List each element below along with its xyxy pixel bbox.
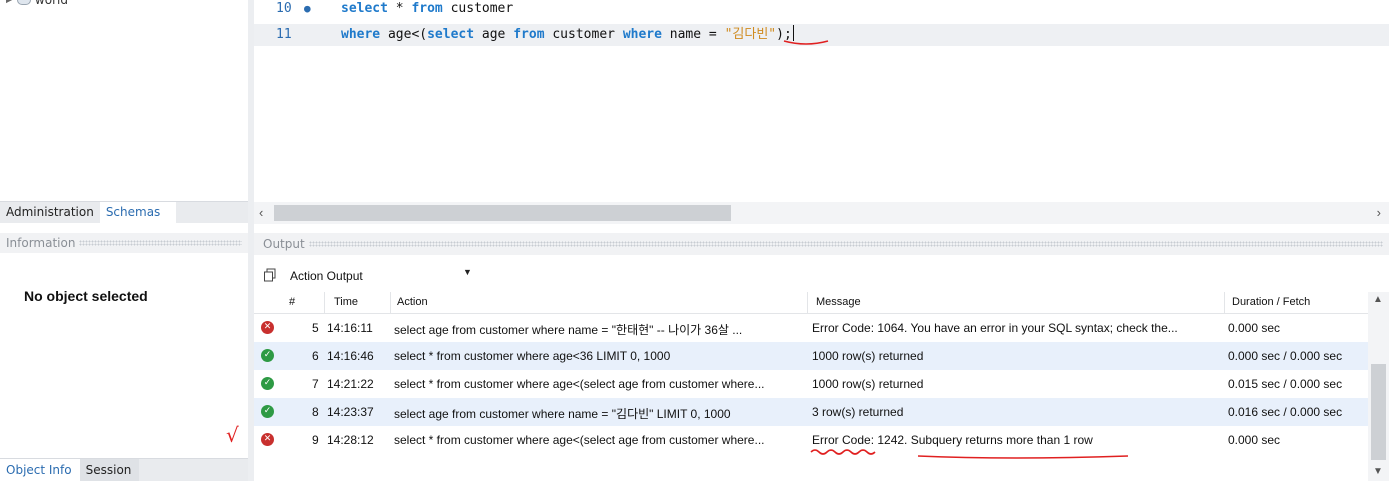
editor-horizontal-scrollbar[interactable]: ‹ ›	[254, 202, 1389, 224]
cell-num: 5	[312, 321, 319, 335]
statement-marker-icon: ●	[304, 2, 311, 15]
column-header-message[interactable]: Message	[816, 296, 861, 308]
tree-item-label: world	[34, 0, 68, 7]
code-line-10[interactable]: 10 ● select * from customer	[254, 0, 1389, 20]
error-icon: ✕	[261, 321, 274, 334]
information-panel: No object selected √	[0, 253, 248, 458]
output-type-select[interactable]: Action Output ▼	[290, 266, 472, 286]
scroll-right-icon[interactable]: ›	[1377, 205, 1381, 220]
tab-object-info[interactable]: Object Info	[0, 459, 80, 481]
cell-action: select * from customer where age<(select…	[394, 433, 765, 447]
cell-num: 6	[312, 349, 319, 363]
code-text: where age<(select age from customer wher…	[341, 24, 794, 46]
column-header-time[interactable]: Time	[334, 296, 358, 308]
keyword: where	[341, 27, 381, 42]
header-grip	[308, 241, 1383, 247]
cell-time: 14:21:22	[327, 377, 374, 391]
cell-num: 9	[312, 433, 319, 447]
cell-action: select * from customer where age<(select…	[394, 377, 765, 391]
annotation-checkmark: √	[226, 423, 239, 447]
column-header-num[interactable]: #	[289, 296, 295, 308]
schema-tree: ▶ world	[0, 0, 248, 200]
information-title: Information	[6, 236, 76, 250]
tab-schemas[interactable]: Schemas	[99, 202, 176, 223]
grid-header: # Time Action Message Duration / Fetch	[254, 292, 1368, 314]
success-icon: ✓	[261, 405, 274, 418]
cell-action: select * from customer where age<36 LIMI…	[394, 349, 671, 363]
cell-message: Error Code: 1064. You have an error in y…	[812, 321, 1178, 335]
scroll-down-icon[interactable]: ▼	[1373, 466, 1383, 477]
column-header-action[interactable]: Action	[397, 296, 428, 308]
success-icon: ✓	[261, 377, 274, 390]
cell-time: 14:16:46	[327, 349, 374, 363]
string-literal: "김다빈"	[724, 27, 777, 42]
cell-action: select age from customer where name = "김…	[394, 407, 731, 421]
cell-duration: 0.000 sec / 0.000 sec	[1228, 349, 1343, 363]
code-fragment: age	[474, 27, 514, 42]
keyword: from	[513, 27, 545, 42]
keyword: where	[622, 27, 662, 42]
keyword: select	[427, 27, 475, 42]
scrollbar-thumb[interactable]	[1371, 364, 1386, 460]
cell-message: 3 row(s) returned	[812, 405, 904, 419]
annotation-underline-error	[810, 449, 1129, 459]
left-sidebar: ▶ world Administration Schemas Informati…	[0, 0, 248, 481]
table-row[interactable]: ✓ 8 14:23:37 select age from customer wh…	[254, 398, 1368, 426]
code-fragment: name =	[661, 27, 725, 42]
code-fragment: age<(	[380, 27, 428, 42]
cell-duration: 0.000 sec	[1228, 433, 1281, 447]
cell-duration: 0.016 sec / 0.000 sec	[1228, 405, 1343, 419]
cell-action: select age from customer where name = "한…	[394, 323, 743, 337]
code-fragment: customer	[442, 1, 514, 16]
table-row[interactable]: ✓ 6 14:16:46 select * from customer wher…	[254, 342, 1368, 370]
output-vertical-scrollbar[interactable]: ▲ ▼	[1368, 292, 1389, 481]
tab-session[interactable]: Session	[79, 459, 140, 481]
cell-time: 14:28:12	[327, 433, 374, 447]
cell-num: 8	[312, 405, 319, 419]
column-divider[interactable]	[1224, 292, 1225, 314]
line-number: 11	[276, 27, 292, 42]
no-object-label: No object selected	[24, 288, 148, 304]
cell-duration: 0.000 sec	[1228, 321, 1281, 335]
keyword: from	[411, 1, 443, 16]
error-icon: ✕	[261, 433, 274, 446]
output-header: Output	[254, 233, 1389, 255]
column-divider[interactable]	[324, 292, 325, 314]
cell-message: 1000 row(s) returned	[812, 349, 924, 363]
header-grip	[79, 240, 242, 246]
information-header: Information	[0, 233, 248, 253]
scrollbar-thumb[interactable]	[274, 205, 731, 221]
scroll-left-icon[interactable]: ‹	[259, 205, 263, 220]
cell-duration: 0.015 sec / 0.000 sec	[1228, 377, 1343, 391]
code-fragment: customer	[544, 27, 623, 42]
column-divider[interactable]	[807, 292, 808, 314]
code-fragment: *	[387, 1, 412, 16]
chevron-down-icon: ▼	[463, 267, 472, 277]
success-icon: ✓	[261, 349, 274, 362]
select-value: Action Output	[290, 269, 363, 283]
tab-administration[interactable]: Administration	[0, 202, 100, 223]
cell-message: 1000 row(s) returned	[812, 377, 924, 391]
cell-num: 7	[312, 377, 319, 391]
table-row[interactable]: ✓ 7 14:21:22 select * from customer wher…	[254, 370, 1368, 398]
cell-time: 14:16:11	[327, 321, 373, 335]
tree-item-world[interactable]: ▶ world	[6, 0, 68, 8]
output-toolbar: Action Output ▼	[254, 262, 1389, 288]
column-header-duration[interactable]: Duration / Fetch	[1232, 296, 1310, 308]
code-text: select * from customer	[341, 0, 513, 20]
keyword: select	[341, 1, 388, 16]
column-divider[interactable]	[390, 292, 391, 314]
annotation-underline-string	[783, 40, 829, 45]
sidebar-bottom-tabs: Object Info Session	[0, 458, 248, 481]
cell-time: 14:23:37	[327, 405, 374, 419]
table-row[interactable]: ✕ 5 14:16:11 select age from customer wh…	[254, 314, 1368, 342]
scroll-up-icon[interactable]: ▲	[1373, 294, 1383, 305]
database-icon	[16, 0, 31, 5]
output-title: Output	[263, 237, 305, 251]
action-output-grid: # Time Action Message Duration / Fetch ✕…	[254, 292, 1389, 481]
copy-icon[interactable]	[263, 268, 277, 282]
expand-arrow-icon[interactable]: ▶	[6, 0, 13, 5]
sql-editor[interactable]: 10 ● select * from customer 11 where age…	[254, 0, 1389, 200]
sidebar-tabs: Administration Schemas	[0, 201, 248, 223]
